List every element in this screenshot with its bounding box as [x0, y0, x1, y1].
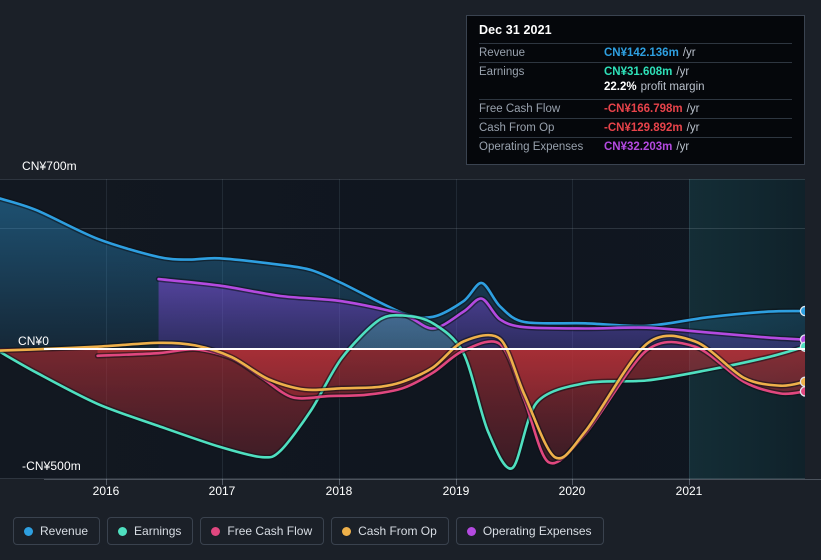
legend-item-free-cash-flow[interactable]: Free Cash Flow: [200, 517, 325, 545]
legend-item-earnings[interactable]: Earnings: [107, 517, 194, 545]
tooltip-metric-value: 22.2% profit margin: [604, 81, 705, 93]
x-axis-label-2018: 2018: [325, 484, 353, 498]
tooltip-metric-label: Earnings: [479, 66, 525, 78]
legend-item-revenue[interactable]: Revenue: [13, 517, 101, 545]
endpoint-marker-cash-from-op: [799, 376, 805, 388]
tooltip-metric-label: Revenue: [479, 47, 526, 59]
legend-color-dot-icon: [118, 526, 128, 536]
x-axis-label-2021: 2021: [675, 484, 703, 498]
x-axis-label-2016: 2016: [92, 484, 120, 498]
tooltip-row: Operating Expenses CN¥32.203m/yr: [479, 137, 792, 156]
tooltip-row: Earnings CN¥31.608m/yr: [479, 62, 792, 81]
tooltip-row: Cash From Op -CN¥129.892m/yr: [479, 118, 792, 137]
legend-item-label: Earnings: [134, 524, 182, 538]
legend-color-dot-icon: [211, 526, 221, 536]
stock-financials-chart: CN¥700m CN¥0 -CN¥500m 2016 2017 2018 201…: [0, 0, 821, 560]
tooltip-date: Dec 31 2021: [479, 23, 552, 37]
tooltip-metric-value: CN¥142.136m/yr: [604, 47, 696, 59]
x-axis-line: [44, 479, 821, 480]
legend-color-dot-icon: [342, 526, 352, 536]
legend-item-label: Operating Expenses: [482, 524, 592, 538]
chart-legend: Revenue Earnings Free Cash Flow Cash From O…: [13, 517, 604, 545]
legend-item-operating-expenses[interactable]: Operating Expenses: [455, 517, 604, 545]
legend-color-dot-icon: [466, 526, 476, 536]
legend-item-cash-from-op[interactable]: Cash From Op: [331, 517, 449, 545]
legend-item-label: Cash From Op: [358, 524, 437, 538]
legend-item-label: Free Cash Flow: [227, 524, 313, 538]
legend-item-label: Revenue: [40, 524, 89, 538]
tooltip-metric-value: -CN¥166.798m/yr: [604, 103, 700, 115]
y-axis-label-max: CN¥700m: [22, 159, 77, 173]
tooltip-metric-label: Cash From Op: [479, 122, 555, 134]
y-axis-label-zero: CN¥0: [18, 334, 50, 348]
x-axis-label-2017: 2017: [208, 484, 236, 498]
chart-plot-area: [0, 179, 805, 479]
zero-baseline: [44, 348, 805, 350]
y-axis-label-min: -CN¥500m: [22, 459, 81, 473]
x-axis-label-2019: 2019: [442, 484, 470, 498]
chart-series-layer: [0, 195, 805, 472]
endpoint-marker-free-cash-flow: [799, 386, 805, 397]
x-axis-label-2020: 2020: [558, 484, 586, 498]
legend-color-dot-icon: [24, 526, 33, 536]
tooltip-rows: Revenue CN¥142.136m/yr Earnings CN¥31.608m /…: [479, 43, 792, 156]
tooltip-metric-label: Operating Expenses: [479, 141, 584, 153]
endpoint-marker-revenue: [799, 305, 805, 317]
data-tooltip: Dec 31 2021 Revenue CN¥142.136m/yr Earning…: [466, 15, 805, 165]
tooltip-metric-value: CN¥31.608m/yr: [604, 66, 690, 78]
tooltip-metric-value: -CN¥129.892m/yr: [604, 122, 700, 134]
tooltip-row: Revenue CN¥142.136m/yr: [479, 43, 792, 62]
tooltip-metric-label: Free Cash Flow: [479, 103, 561, 115]
tooltip-row: 22.2% profit margin: [479, 81, 792, 99]
tooltip-row: Free Cash Flow -CN¥166.798m/yr: [479, 99, 792, 118]
tooltip-metric-value: CN¥32.203m/yr: [604, 141, 690, 153]
